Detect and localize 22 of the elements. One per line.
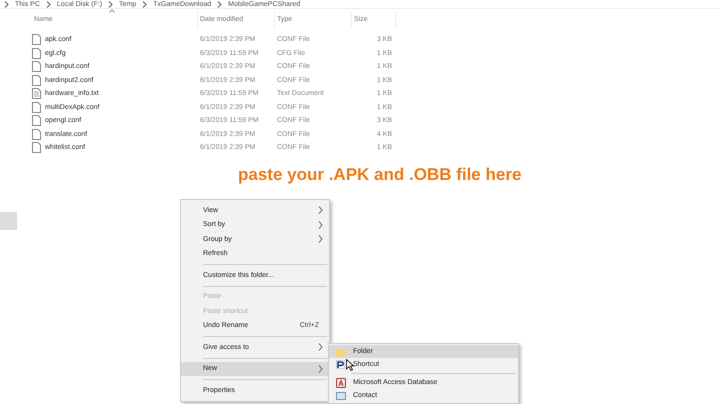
file-icon xyxy=(32,142,41,154)
chevron-right-icon xyxy=(4,0,9,8)
chevron-right-icon xyxy=(108,0,114,8)
contact-card-icon xyxy=(336,392,346,400)
instruction-text: paste your .APK and .OBB file here xyxy=(238,165,522,184)
file-icon xyxy=(32,61,41,72)
chevron-right-icon xyxy=(217,0,222,8)
file-icon xyxy=(32,115,41,126)
file-icon xyxy=(32,34,41,46)
chevron-right-icon xyxy=(46,0,51,8)
chevron-right-icon xyxy=(142,0,148,8)
folder-icon xyxy=(336,348,346,356)
sidebar-stub xyxy=(0,212,17,230)
shortcut-icon xyxy=(336,360,345,369)
file-icon xyxy=(32,74,41,86)
text-file-icon xyxy=(32,88,41,100)
file-icon xyxy=(32,128,41,140)
database-icon xyxy=(336,378,346,388)
sort-caret-icon xyxy=(109,9,115,13)
file-icon xyxy=(32,102,41,113)
file-icon xyxy=(32,48,41,59)
mouse-cursor-icon xyxy=(346,359,354,371)
